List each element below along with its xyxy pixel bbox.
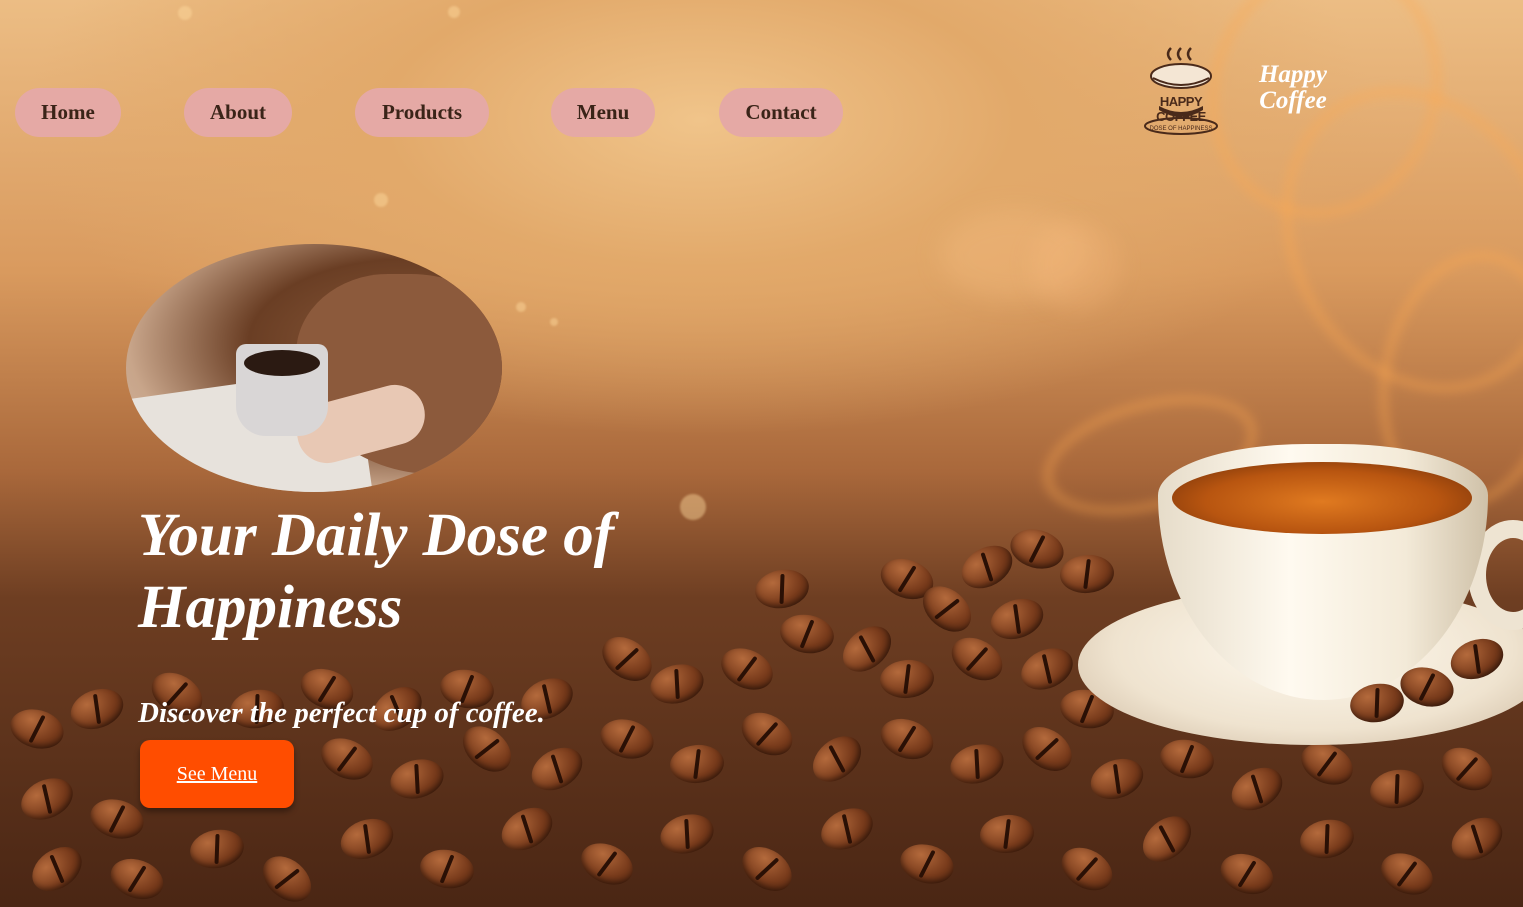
bokeh-light	[448, 6, 460, 18]
hero-section: Home About Products Menu Contact HAPPY C…	[0, 0, 1523, 907]
coffee-cup-logo-icon	[1144, 47, 1218, 135]
brand-logo[interactable]: HAPPY COFFEE DOSE OF HAPPINESS	[1137, 46, 1225, 138]
nav-home-button[interactable]: Home	[15, 88, 121, 137]
brand-name[interactable]: Happy Coffee	[1248, 62, 1338, 114]
bokeh-light	[1030, 220, 1120, 310]
hero-headline: Your Daily Dose of Happiness	[138, 502, 615, 641]
bokeh-light	[550, 318, 558, 326]
nav-menu-button[interactable]: Menu	[551, 88, 655, 137]
hero-photo	[126, 244, 502, 492]
bokeh-light	[680, 494, 706, 520]
nav-contact-button[interactable]: Contact	[719, 88, 843, 137]
bokeh-light	[516, 302, 526, 312]
logo-slogan: DOSE OF HAPPINESS	[1149, 126, 1213, 132]
logo-wordmark: HAPPY COFFEE	[1156, 94, 1206, 124]
brand-name-line-1: Happy	[1258, 61, 1328, 88]
bokeh-light	[374, 193, 388, 207]
hero-tagline: Discover the perfect cup of coffee.	[138, 697, 545, 729]
bokeh-light	[178, 6, 192, 20]
nav-about-button[interactable]: About	[184, 88, 292, 137]
see-menu-button[interactable]: See Menu	[140, 740, 294, 808]
nav-products-button[interactable]: Products	[355, 88, 489, 137]
brand-name-line-2: Coffee	[1259, 87, 1327, 114]
